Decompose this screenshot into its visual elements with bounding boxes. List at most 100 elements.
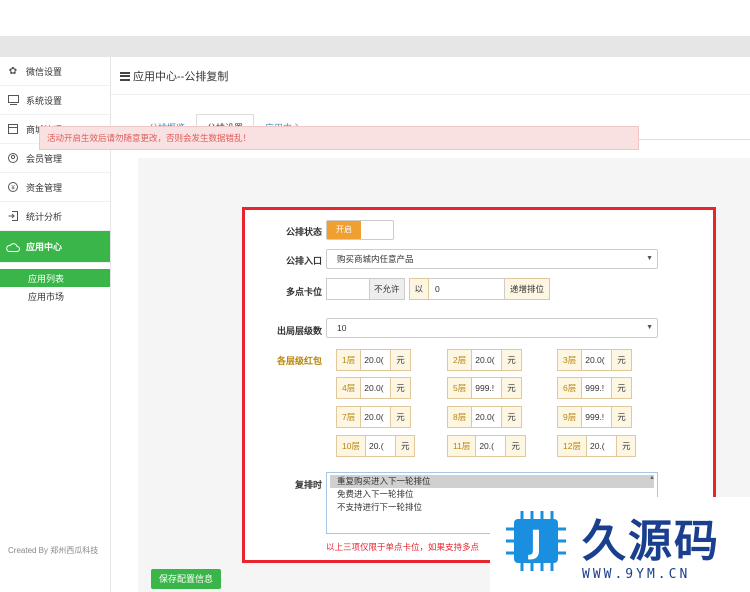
level-amount-input[interactable]: 999.! bbox=[582, 377, 613, 399]
sidebar-item-label: 资金管理 bbox=[26, 182, 63, 193]
status-label: 公排状态 bbox=[285, 227, 322, 237]
sidebar-subitem-app-market[interactable]: 应用市场 bbox=[0, 287, 110, 305]
level-cell: 6层 999.! 元 bbox=[557, 377, 632, 399]
level-label: 6层 bbox=[557, 377, 583, 399]
menu-icon bbox=[120, 71, 130, 81]
exit-label: 出局层级数 bbox=[276, 326, 322, 336]
level-amount-input[interactable]: 20.0( bbox=[472, 349, 503, 371]
level-label: 1层 bbox=[336, 349, 362, 371]
level-amount-input[interactable]: 20.( bbox=[365, 435, 396, 457]
entry-select[interactable]: 购买商城内任意产品 ▼ bbox=[326, 249, 658, 269]
scroll-up-icon[interactable]: ▲ bbox=[648, 474, 656, 482]
nav-strip bbox=[0, 36, 750, 57]
level-amount-input[interactable]: 999.! bbox=[472, 377, 503, 399]
level-label: 4层 bbox=[336, 377, 362, 399]
level-unit: 元 bbox=[612, 377, 632, 399]
multi-suffix: 递增排位 bbox=[505, 278, 551, 300]
level-unit: 元 bbox=[391, 377, 411, 399]
multi-not-allowed: 不允许 bbox=[370, 278, 405, 300]
level-unit: 元 bbox=[616, 435, 637, 457]
level-unit: 元 bbox=[395, 435, 416, 457]
sidebar-item-system[interactable]: 系统设置 bbox=[0, 86, 110, 115]
level-cell: 8层 20.0(元 bbox=[447, 406, 522, 428]
exit-level-value: 10 bbox=[337, 323, 347, 333]
level-label: 7层 bbox=[336, 406, 362, 428]
level-unit: 元 bbox=[612, 406, 632, 428]
gear-icon: ✿ bbox=[8, 65, 18, 77]
exit-level-select[interactable]: 10 ▼ bbox=[326, 318, 658, 338]
box-icon bbox=[6, 122, 20, 136]
multi-step-input[interactable]: 0 bbox=[429, 278, 506, 300]
monitor-icon bbox=[6, 93, 20, 107]
multi-label: 多点卡位 bbox=[285, 287, 322, 297]
level-unit: 元 bbox=[391, 349, 411, 371]
level-cell: 2层 20.0(元 bbox=[447, 349, 522, 371]
watermark-logo-letter: J bbox=[528, 523, 542, 561]
repeat-label: 复排时 bbox=[294, 480, 322, 490]
save-config-button[interactable]: 保存配置信息 bbox=[151, 569, 221, 589]
page-title-text: 应用中心--公排复制 bbox=[133, 71, 229, 83]
watermark-logo: J bbox=[506, 511, 566, 571]
sidebar-item-label: 统计分析 bbox=[26, 211, 63, 222]
sidebar-item-wechat[interactable]: ✿ 微信设置 bbox=[0, 57, 110, 86]
sidebar-item-stats[interactable]: 统计分析 bbox=[0, 202, 110, 231]
level-label: 5层 bbox=[447, 377, 473, 399]
level-amount-input[interactable]: 20.0( bbox=[582, 349, 613, 371]
level-cell: 9层 999.! 元 bbox=[557, 406, 632, 428]
multi-toggle[interactable] bbox=[326, 278, 370, 300]
page-title: 应用中心--公排复制 bbox=[120, 68, 228, 84]
level-amount-input[interactable]: 20.0( bbox=[361, 406, 392, 428]
sidebar-item-label: 会员管理 bbox=[26, 153, 63, 164]
entry-select-value: 购买商城内任意产品 bbox=[337, 254, 414, 264]
user-icon bbox=[6, 151, 20, 165]
level-label: 2层 bbox=[447, 349, 473, 371]
level-amount-input[interactable]: 999.! bbox=[582, 406, 613, 428]
level-cell: 4层 20.0(元 bbox=[336, 377, 411, 399]
cloud-icon bbox=[6, 240, 20, 254]
yen-icon: ¥ bbox=[6, 180, 20, 194]
level-cell: 11层 20.(元 bbox=[447, 435, 526, 457]
level-amount-input[interactable]: 20.( bbox=[476, 435, 507, 457]
exit-icon bbox=[6, 209, 20, 223]
level-amount-input[interactable]: 20.0( bbox=[472, 406, 503, 428]
level-label: 10层 bbox=[336, 435, 366, 457]
level-unit: 元 bbox=[506, 435, 526, 457]
watermark: J 久源码 WWW.9YM.CN bbox=[490, 497, 750, 592]
svg-text:¥: ¥ bbox=[11, 186, 15, 192]
sidebar-item-label: 系统设置 bbox=[26, 95, 63, 106]
level-amount-input[interactable]: 20.( bbox=[586, 435, 617, 457]
sidebar-item-finance[interactable]: ¥ 资金管理 bbox=[0, 173, 110, 202]
level-cell: 10层 20.(元 bbox=[336, 435, 416, 457]
level-amount-input[interactable]: 20.0( bbox=[361, 349, 392, 371]
sidebar-item-app-center[interactable]: 应用中心 bbox=[0, 231, 110, 263]
level-unit: 元 bbox=[391, 406, 411, 428]
sidebar-subitem-app-list[interactable]: 应用列表 bbox=[0, 269, 110, 287]
level-cell: 5层 999.! 元 bbox=[447, 377, 522, 399]
level-cell: 7层 20.0(元 bbox=[336, 406, 411, 428]
level-cell: 12层 20.(元 bbox=[557, 435, 637, 457]
hint-text: 以上三项仅限于单点卡位，如果支持多点 bbox=[326, 542, 480, 552]
level-cell: 3层 20.0(元 bbox=[557, 349, 632, 371]
level-label: 11层 bbox=[447, 435, 477, 457]
toggle-on-label: 开启 bbox=[327, 221, 361, 239]
top-bar bbox=[0, 0, 750, 36]
warning-alert: 活动开启生效后请勿随意更改，否则会发生数据错乱！ bbox=[39, 126, 639, 150]
multi-by-label: 以 bbox=[408, 278, 430, 300]
created-by-text: Created By 郑州西瓜科技 bbox=[8, 546, 99, 555]
divider bbox=[111, 94, 750, 95]
repeat-option[interactable]: 重复购买进入下一轮排位 bbox=[330, 475, 654, 488]
level-amount-input[interactable]: 20.0( bbox=[361, 377, 392, 399]
redpack-label: 各层级红包 bbox=[276, 356, 322, 366]
level-label: 12层 bbox=[557, 435, 587, 457]
level-unit: 元 bbox=[502, 406, 522, 428]
status-toggle[interactable]: 开启 bbox=[326, 220, 394, 240]
sidebar-item-label: 应用中心 bbox=[26, 242, 63, 252]
multi-slot-group: 不允许 以 0 递增排位 bbox=[326, 278, 551, 300]
sidebar-item-label: 微信设置 bbox=[26, 66, 63, 77]
level-label: 9层 bbox=[557, 406, 583, 428]
level-unit: 元 bbox=[502, 377, 522, 399]
level-unit: 元 bbox=[502, 349, 522, 371]
watermark-url: WWW.9YM.CN bbox=[582, 567, 691, 582]
chevron-down-icon: ▼ bbox=[646, 255, 653, 262]
watermark-text: 久源码 bbox=[582, 516, 720, 567]
